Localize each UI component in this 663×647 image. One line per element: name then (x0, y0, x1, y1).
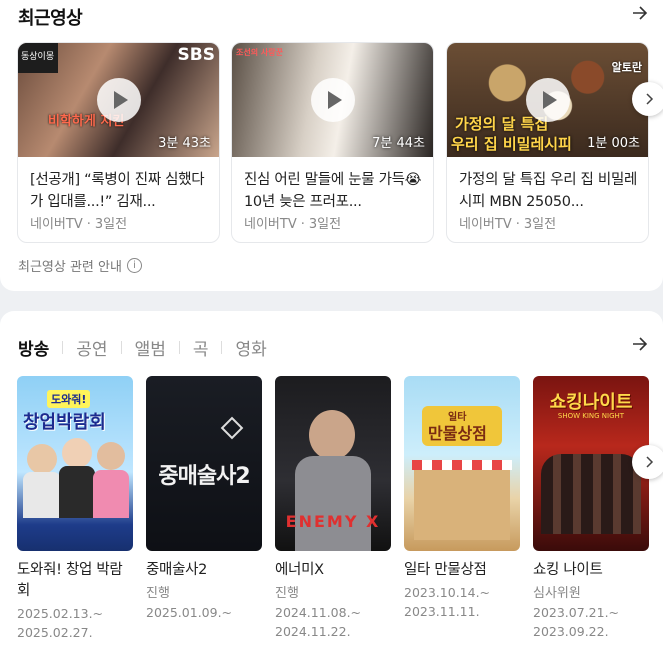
video-meta: 네이버TV · 3일전 (459, 217, 557, 232)
tab-divider (221, 341, 223, 354)
play-icon (310, 78, 355, 122)
program-status: 진행 (146, 586, 170, 601)
tab-divider (120, 341, 122, 354)
program-status: 심사위원 (533, 586, 581, 601)
carousel-next-button[interactable] (632, 82, 663, 116)
video-title: [선공개] “록병이 진짜 심했다가 입대를...!” 김재... (30, 172, 205, 210)
program-title: 도와줘! 창업 박람회 (17, 562, 123, 599)
poster-title: 만물상점 (428, 424, 487, 443)
video-thumbnail: 조선의 사랑꾼 7분 44초 (232, 43, 433, 157)
video-meta: 네이버TV · 3일전 (30, 217, 128, 232)
program-title: 중매술사2 (146, 562, 208, 578)
program-card[interactable]: 쇼킹나이트 SHOW KING NIGHT 쇼킹 나이트 심사위원 2023.0… (533, 376, 649, 641)
poster-title: 중매술사2 (158, 464, 250, 489)
program-date: 2025.01.09.~ (146, 603, 262, 622)
program-date-start: 2025.01.09.~ (146, 605, 233, 620)
recent-more-arrow-icon[interactable] (629, 2, 651, 24)
video-title: 가정의 달 특집 우리 집 비밀레시피 MBN 25050... (459, 172, 638, 210)
video-card[interactable]: 동상이몽 SBS 비학하게 지킨 3분 43초 [선공개] “록병이 진짜 심했… (17, 42, 220, 243)
program-date-end: 2024.11.22. (275, 624, 351, 639)
program-date-end: 2025.02.27. (17, 625, 93, 640)
play-icon (525, 78, 570, 122)
video-thumbnail: 알토란 가정의 달 특집 우리 집 비밀레시피 1분 00초 (447, 43, 648, 157)
program-poster: 중매술사2 (146, 376, 262, 551)
filmography-section: 방송 공연 앨범 곡 영화 도와줘! 창업박람회 도와줘! 창업 박람회 202… (0, 311, 663, 647)
program-date: 2023.10.14.~ 2023.11.11. (404, 583, 520, 621)
video-card[interactable]: 알토란 가정의 달 특집 우리 집 비밀레시피 1분 00초 가정의 달 특집 … (446, 42, 649, 243)
video-age: 3일전 (308, 217, 342, 232)
poster-subtitle: SHOW KING NIGHT (557, 412, 625, 420)
program-date: 2023.07.21.~ 2023.09.22. (533, 603, 649, 641)
recent-notice[interactable]: 최근영상 관련 안내 i (18, 256, 142, 275)
video-source: 네이버TV (244, 217, 297, 232)
filmography-tabs: 방송 공연 앨범 곡 영화 (18, 335, 267, 360)
video-program-badge: 알토란 (611, 61, 642, 74)
video-source: 네이버TV (459, 217, 512, 232)
play-icon (96, 78, 141, 122)
video-thumbnail: 동상이몽 SBS 비학하게 지킨 3분 43초 (18, 43, 219, 157)
program-status: 진행 (275, 586, 299, 601)
program-card[interactable]: 일타 만물상점 일타 만물상점 2023.10.14.~ 2023.11.11. (404, 376, 520, 621)
chevron-right-icon (646, 93, 654, 105)
poster-title: 쇼킹나이트 (549, 392, 633, 413)
tab-song[interactable]: 곡 (193, 335, 209, 360)
tab-album[interactable]: 앨범 (135, 335, 166, 360)
video-source: 네이버TV (30, 217, 83, 232)
poster-title: ENEMY X (285, 512, 381, 531)
program-date-start: 2024.11.08.~ (275, 605, 362, 620)
poster-title: 창업박람회 (23, 412, 106, 433)
recent-notice-label: 최근영상 관련 안내 (18, 260, 122, 275)
video-duration: 7분 44초 (372, 136, 425, 151)
video-meta: 네이버TV · 3일전 (244, 217, 342, 232)
program-date-start: 2023.10.14.~ (404, 585, 491, 600)
program-poster: 일타 만물상점 (404, 376, 520, 551)
video-program-badge: 동상이몽 (18, 43, 58, 73)
tab-movie[interactable]: 영화 (235, 335, 266, 360)
program-carousel-next-button[interactable] (632, 445, 663, 479)
program-poster: ENEMY X (275, 376, 391, 551)
program-date-start: 2025.02.13.~ (17, 606, 104, 621)
program-title: 일타 만물상점 (404, 562, 487, 578)
program-title: 쇼킹 나이트 (533, 562, 603, 578)
tab-broadcast[interactable]: 방송 (18, 335, 49, 360)
sbs-logo: SBS (177, 45, 215, 65)
video-card[interactable]: 조선의 사랑꾼 7분 44초 진심 어린 말들에 눈물 가득😭 10년 늦은 프… (231, 42, 434, 243)
program-date-end: 2023.11.11. (404, 604, 480, 619)
tab-divider (178, 341, 180, 354)
program-card[interactable]: 중매술사2 중매술사2 진행 2025.01.09.~ (146, 376, 262, 622)
tab-divider (62, 341, 64, 354)
recent-videos-section: 최근영상 동상이몽 SBS 비학하게 지킨 3분 43초 [선공개] “록병이 … (0, 0, 663, 291)
program-date: 2025.02.13.~ 2025.02.27. (17, 604, 133, 642)
info-icon: i (126, 258, 142, 273)
program-title: 에너미X (275, 562, 324, 578)
video-overlay-text-2: 우리 집 비밀레시피 (451, 135, 572, 153)
video-duration: 3분 43초 (158, 136, 211, 151)
video-program-badge: 조선의 사랑꾼 (236, 48, 283, 57)
program-poster: 도와줘! 창업박람회 (17, 376, 133, 551)
video-duration: 1분 00초 (587, 136, 640, 151)
video-age: 3일전 (94, 217, 128, 232)
recent-videos-title: 최근영상 (18, 8, 83, 29)
filmography-more-arrow-icon[interactable] (629, 333, 651, 355)
program-card[interactable]: ENEMY X 에너미X 진행 2024.11.08.~ 2024.11.22. (275, 376, 391, 641)
program-date-start: 2023.07.21.~ (533, 605, 620, 620)
video-title: 진심 어린 말들에 눈물 가득😭 10년 늦은 프러포... (244, 172, 422, 210)
chevron-right-icon (646, 456, 654, 468)
program-date-end: 2023.09.22. (533, 624, 609, 639)
program-card[interactable]: 도와줘! 창업박람회 도와줘! 창업 박람회 2025.02.13.~ 2025.… (17, 376, 133, 642)
video-age: 3일전 (523, 217, 557, 232)
program-date: 2024.11.08.~ 2024.11.22. (275, 603, 391, 641)
tab-performance[interactable]: 공연 (76, 335, 107, 360)
poster-subtitle: 도와줘! (47, 390, 91, 408)
